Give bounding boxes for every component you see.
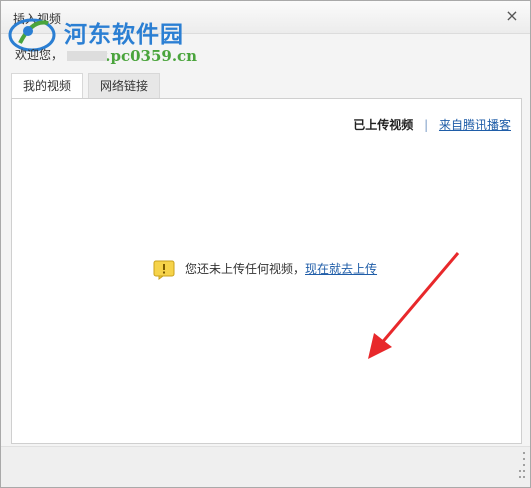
videos-panel: 已上传视频 | 来自腾讯播客 您还未上传任何视频，现在就去上传	[11, 98, 522, 444]
close-icon[interactable]: ×	[504, 8, 520, 24]
username-redacted	[67, 50, 108, 61]
subnav-separator: |	[424, 118, 429, 132]
insert-video-dialog: 插入视频 × 河东软件园 www.pc0359.cn 欢迎您， 我的视频 网络链…	[0, 0, 531, 488]
dialog-footer	[1, 446, 530, 487]
welcome-text: 欢迎您，	[15, 46, 108, 63]
red-arrow-annotation	[368, 252, 460, 359]
dialog-titlebar: 插入视频 ×	[1, 1, 530, 34]
upload-now-link[interactable]: 现在就去上传	[305, 262, 377, 276]
uploaded-videos-label: 已上传视频	[353, 118, 414, 132]
warning-icon	[153, 260, 175, 280]
welcome-label: 欢迎您，	[15, 48, 64, 62]
video-source-nav: 已上传视频 | 来自腾讯播客	[353, 116, 511, 133]
empty-state: 您还未上传任何视频，现在就去上传	[153, 258, 377, 280]
tab-bar: 我的视频 网络链接	[11, 73, 165, 99]
tab-my-videos[interactable]: 我的视频	[11, 73, 84, 98]
empty-message: 您还未上传任何视频，	[185, 262, 306, 276]
resize-grip-icon[interactable]	[517, 450, 527, 484]
dialog-title: 插入视频	[13, 12, 62, 26]
tencent-podcast-link[interactable]: 来自腾讯播客	[439, 118, 511, 132]
tab-network-link[interactable]: 网络链接	[88, 73, 161, 98]
